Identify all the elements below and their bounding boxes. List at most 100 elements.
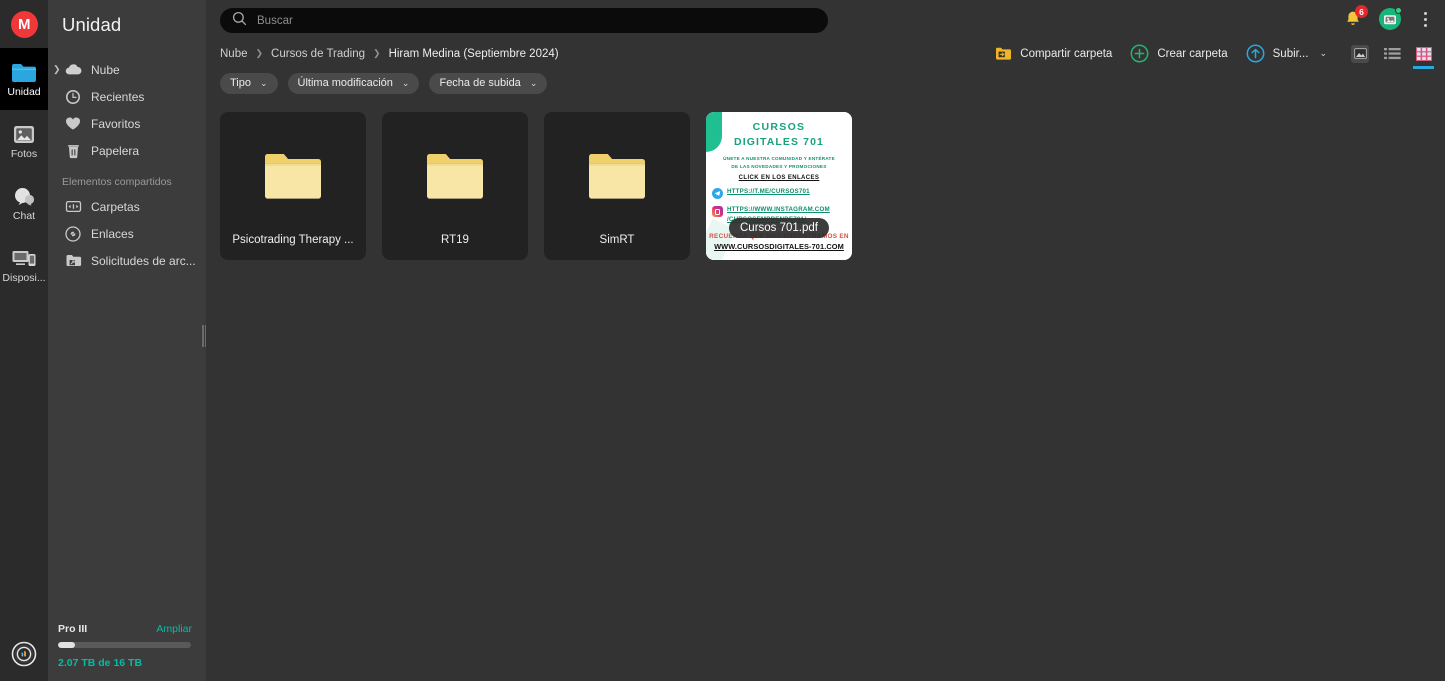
view-toggles <box>1351 44 1434 69</box>
folder-name: SimRT <box>599 234 635 246</box>
main-content: 6 Nube ❯ Cursos de Trading ❯ <box>206 0 1445 681</box>
share-folder-button[interactable]: Compartir carpeta <box>995 46 1112 61</box>
sidebar-item-carpetas[interactable]: Carpetas <box>48 193 206 220</box>
filter-chips: Tipo ⌄ Última modificación ⌄ Fecha de su… <box>206 67 1445 95</box>
avatar[interactable] <box>1379 7 1402 30</box>
storage-panel: Pro III Ampliar 2.07 TB de 16 TB <box>48 623 206 681</box>
file-grid-area: Psicotrading Therapy ... RT19 SimRT CURS… <box>206 95 1445 681</box>
storage-upgrade-link[interactable]: Ampliar <box>156 623 192 635</box>
grid-view-icon[interactable] <box>1413 45 1434 69</box>
chevron-down-icon: ⌄ <box>260 77 268 88</box>
chevron-down-icon: ⌄ <box>529 77 538 88</box>
file-card-pdf[interactable]: CURSOS DIGITALES 701 ÚNETE A NUESTRA COM… <box>706 112 852 260</box>
folder-card[interactable]: Psicotrading Therapy ... <box>220 112 366 260</box>
folder-icon <box>263 151 323 208</box>
upload-button[interactable]: Subir... ⌄ <box>1246 44 1327 63</box>
upload-label: Subir... <box>1272 47 1309 60</box>
filter-ultima-modificacion-label: Última modificación <box>297 77 393 89</box>
filter-tipo[interactable]: Tipo ⌄ <box>220 72 278 94</box>
folder-name: RT19 <box>441 234 469 246</box>
notification-badge: 6 <box>1355 5 1368 18</box>
breadcrumb-item[interactable]: Nube <box>220 48 248 60</box>
search-icon <box>232 11 247 31</box>
create-folder-label: Crear carpeta <box>1157 47 1228 60</box>
share-folder-icon <box>996 47 1012 60</box>
rail-item-label: Fotos <box>10 149 38 160</box>
folder-card[interactable]: RT19 <box>382 112 528 260</box>
rail-item-unidad[interactable]: Unidad <box>0 48 48 110</box>
storage-plan-label: Pro III <box>58 623 88 635</box>
link-icon <box>64 225 82 243</box>
sidebar-item-label: Solicitudes de arc... <box>91 253 196 268</box>
mega-logo-mark: M <box>10 10 38 38</box>
sidebar-item-recientes[interactable]: Recientes <box>48 83 206 110</box>
sidebar-item-label: Recientes <box>91 89 145 104</box>
instagram-icon <box>712 206 723 218</box>
clock-icon <box>64 88 82 106</box>
file-grid: Psicotrading Therapy ... RT19 SimRT CURS… <box>220 112 1445 260</box>
filter-fecha-de-subida-label: Fecha de subida <box>439 77 521 89</box>
pdf-footer-line2: WWW.CURSOSDIGITALES-701.COM <box>714 242 844 251</box>
mega-logo[interactable]: M <box>0 0 48 48</box>
shared-folders-icon <box>64 198 82 216</box>
breadcrumb-item-current[interactable]: Hiram Medina (Septiembre 2024) <box>389 48 559 60</box>
sidebar-title: Unidad <box>62 14 122 35</box>
list-view-icon[interactable] <box>1383 45 1401 63</box>
rail-item-fotos[interactable]: Fotos <box>0 110 48 172</box>
pdf-paragraph-line2: DE LAS NOVEDADES Y PROMOCIONES <box>731 163 827 169</box>
folder-icon <box>587 151 647 208</box>
search-input[interactable] <box>257 14 757 27</box>
mega-drive-window: M Unidad Fotos Chat Disposi... Unidad ❯ … <box>0 0 1445 681</box>
pdf-paragraph-line1: ÚNETE A NUESTRA COMUNIDAD Y ENTÉRATE <box>723 156 835 161</box>
storage-progress-bar <box>58 642 191 648</box>
create-folder-button[interactable]: Crear carpeta <box>1130 44 1228 63</box>
rail-item-chat[interactable]: Chat <box>0 172 48 234</box>
top-right-controls: 6 <box>1343 5 1433 30</box>
search-bar[interactable] <box>220 8 828 33</box>
notifications-button[interactable]: 6 <box>1343 5 1368 29</box>
photos-icon <box>11 122 37 146</box>
pdf-telegram-row: HTTPS://T.ME/CURSOS701 <box>706 187 852 200</box>
sidebar-item-nube[interactable]: ❯ Nube <box>48 56 206 83</box>
filter-fecha-de-subida[interactable]: Fecha de subida ⌄ <box>429 72 548 94</box>
folder-icon <box>425 151 485 208</box>
folder-actions: Compartir carpeta Crear carpeta Subir... <box>995 40 1434 69</box>
chevron-right-icon[interactable]: ❯ <box>53 64 61 75</box>
sidebar-item-solicitudes[interactable]: Solicitudes de arc... <box>48 247 206 274</box>
transfers-status-icon[interactable] <box>0 641 48 667</box>
sidebar: Unidad ❯ Nube Recientes Favoritos Papele… <box>48 0 207 681</box>
pdf-heading-line2: DIGITALES 701 <box>734 136 824 148</box>
upload-circle-icon <box>1246 44 1265 63</box>
sidebar-section-shared: Elementos compartidos <box>62 176 172 188</box>
breadcrumb-item[interactable]: Cursos de Trading <box>271 48 365 60</box>
media-view-icon[interactable] <box>1351 44 1369 63</box>
sidebar-item-favoritos[interactable]: Favoritos <box>48 110 206 137</box>
sidebar-item-label: Enlaces <box>91 226 134 241</box>
sidebar-item-papelera[interactable]: Papelera <box>48 137 206 164</box>
filter-ultima-modificacion[interactable]: Última modificación ⌄ <box>287 72 420 94</box>
pdf-click-text: CLICK EN LOS ENLACES <box>738 175 820 182</box>
storage-used-label: 2.07 TB de 16 TB <box>58 657 143 669</box>
chevron-down-icon[interactable]: ⌄ <box>1319 48 1327 59</box>
app-rail: M Unidad Fotos Chat Disposi... <box>0 0 48 681</box>
sidebar-nav: ❯ Nube Recientes Favoritos Papelera <box>48 56 206 164</box>
sidebar-item-enlaces[interactable]: Enlaces <box>48 220 206 247</box>
rail-item-dispositivos[interactable]: Disposi... <box>0 234 48 296</box>
top-bar: 6 <box>206 0 1445 40</box>
sidebar-item-label: Favoritos <box>91 116 141 131</box>
breadcrumb: Nube ❯ Cursos de Trading ❯ Hiram Medina … <box>206 40 1445 69</box>
plus-circle-icon <box>1130 44 1149 63</box>
trash-icon <box>64 142 82 160</box>
filter-tipo-label: Tipo <box>230 77 251 89</box>
share-folder-label: Compartir carpeta <box>1020 47 1113 60</box>
folder-card[interactable]: SimRT <box>544 112 690 260</box>
pdf-heading-line1: CURSOS <box>752 121 806 133</box>
cloud-icon <box>64 61 82 79</box>
kebab-menu-icon[interactable] <box>1417 9 1433 29</box>
heart-icon <box>64 115 82 133</box>
sidebar-item-label: Nube <box>91 62 120 77</box>
folder-name: Psicotrading Therapy ... <box>232 234 354 246</box>
pdf-telegram-link: HTTPS://T.ME/CURSOS701 <box>727 188 810 196</box>
pdf-instagram-link-1: HTTPS://WWW.INSTAGRAM.COM <box>727 206 830 214</box>
sidebar-item-label: Papelera <box>91 143 140 158</box>
